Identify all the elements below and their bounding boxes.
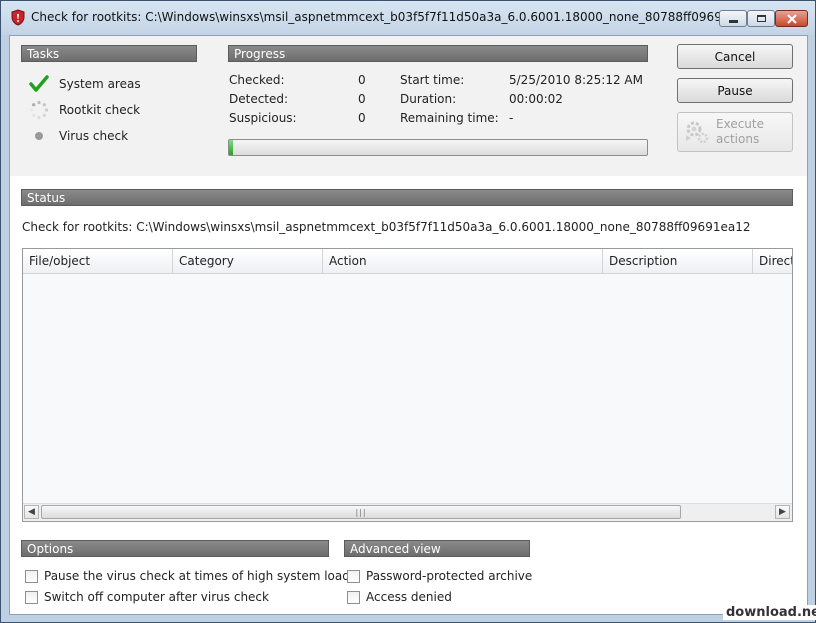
checked-value: 0 xyxy=(358,73,366,87)
cancel-button[interactable]: Cancel xyxy=(677,44,793,69)
execute-label-line2: actions xyxy=(716,132,760,146)
gears-icon xyxy=(684,119,710,145)
task-label: System areas xyxy=(59,77,141,91)
task-system-areas: System areas xyxy=(29,74,141,94)
table-header: File/object Category Action Description … xyxy=(23,249,792,274)
results-table[interactable]: File/object Category Action Description … xyxy=(22,248,793,522)
column-header-description[interactable]: Description xyxy=(603,249,753,273)
status-header: Status xyxy=(21,189,793,206)
detected-label: Detected: xyxy=(229,92,289,106)
duration-label: Duration: xyxy=(400,92,457,106)
spinner-icon xyxy=(29,100,49,120)
advanced-label: Access denied xyxy=(366,590,452,604)
horizontal-scrollbar[interactable]: ◀ ||| ▶ xyxy=(23,503,792,521)
window-title: Check for rootkits: C:\Windows\winsxs\ms… xyxy=(31,10,760,24)
shield-icon xyxy=(10,9,26,26)
client-area: Tasks System areas Rootkit check Virus c… xyxy=(9,35,808,615)
grip-icon: ||| xyxy=(355,507,367,517)
option-label: Pause the virus check at times of high s… xyxy=(44,569,350,583)
execute-actions-button[interactable]: Execute actions xyxy=(677,112,793,152)
option-switch-off-computer[interactable]: Switch off computer after virus check xyxy=(25,589,269,605)
status-text: Check for rootkits: C:\Windows\winsxs\ms… xyxy=(22,220,751,234)
dot-icon xyxy=(29,126,49,146)
column-header-file-object[interactable]: File/object xyxy=(23,249,173,273)
option-pause-high-load[interactable]: Pause the virus check at times of high s… xyxy=(25,568,350,584)
checkbox[interactable] xyxy=(25,569,38,583)
progress-header: Progress xyxy=(228,45,648,62)
close-button[interactable] xyxy=(775,10,808,27)
checked-label: Checked: xyxy=(229,73,285,87)
remaining-time-label: Remaining time: xyxy=(400,111,499,125)
progress-fill xyxy=(229,140,234,155)
minimize-button[interactable] xyxy=(719,10,747,27)
execute-actions-label: Execute actions xyxy=(716,117,764,147)
remaining-time-value: - xyxy=(509,111,514,125)
suspicious-label: Suspicious: xyxy=(229,111,297,125)
scrollbar-thumb[interactable]: ||| xyxy=(41,505,681,519)
options-header: Options xyxy=(21,540,329,557)
advanced-password-protected[interactable]: Password-protected archive xyxy=(347,568,532,584)
close-icon xyxy=(786,13,797,24)
start-time-value: 5/25/2010 8:25:12 AM xyxy=(509,73,643,87)
column-header-direct[interactable]: Direct xyxy=(753,249,792,273)
task-label: Virus check xyxy=(59,129,129,143)
pause-button[interactable]: Pause xyxy=(677,78,793,103)
tasks-header: Tasks xyxy=(21,45,197,62)
checkbox[interactable] xyxy=(347,590,360,604)
column-header-action[interactable]: Action xyxy=(323,249,603,273)
advanced-view-header: Advanced view xyxy=(344,540,530,557)
duration-value: 00:00:02 xyxy=(509,92,563,106)
arrow-left-icon: ◀ xyxy=(28,507,35,517)
advanced-label: Password-protected archive xyxy=(366,569,533,583)
title-bar[interactable]: Check for rootkits: C:\Windows\winsxs\ms… xyxy=(1,1,815,35)
option-label: Switch off computer after virus check xyxy=(44,590,269,604)
column-header-category[interactable]: Category xyxy=(173,249,323,273)
execute-label-line1: Execute xyxy=(716,117,764,131)
task-virus-check: Virus check xyxy=(29,126,128,146)
detected-value: 0 xyxy=(358,92,366,106)
checkbox[interactable] xyxy=(25,590,38,604)
task-label: Rootkit check xyxy=(59,103,141,117)
start-time-label: Start time: xyxy=(400,73,465,87)
minimize-icon xyxy=(728,20,738,23)
watermark-logo: download.net.pl xyxy=(723,605,816,620)
arrow-right-icon: ▶ xyxy=(779,507,786,517)
scroll-left-button[interactable]: ◀ xyxy=(24,505,39,519)
maximize-button[interactable] xyxy=(747,10,775,27)
checkbox[interactable] xyxy=(347,569,360,583)
advanced-access-denied[interactable]: Access denied xyxy=(347,589,452,605)
scan-progress-bar xyxy=(228,139,648,156)
checkmark-icon xyxy=(29,74,49,94)
app-window: Check for rootkits: C:\Windows\winsxs\ms… xyxy=(0,0,816,623)
task-rootkit-check: Rootkit check xyxy=(29,100,140,120)
suspicious-value: 0 xyxy=(358,111,366,125)
restore-icon xyxy=(756,15,766,22)
scroll-right-button[interactable]: ▶ xyxy=(775,505,790,519)
